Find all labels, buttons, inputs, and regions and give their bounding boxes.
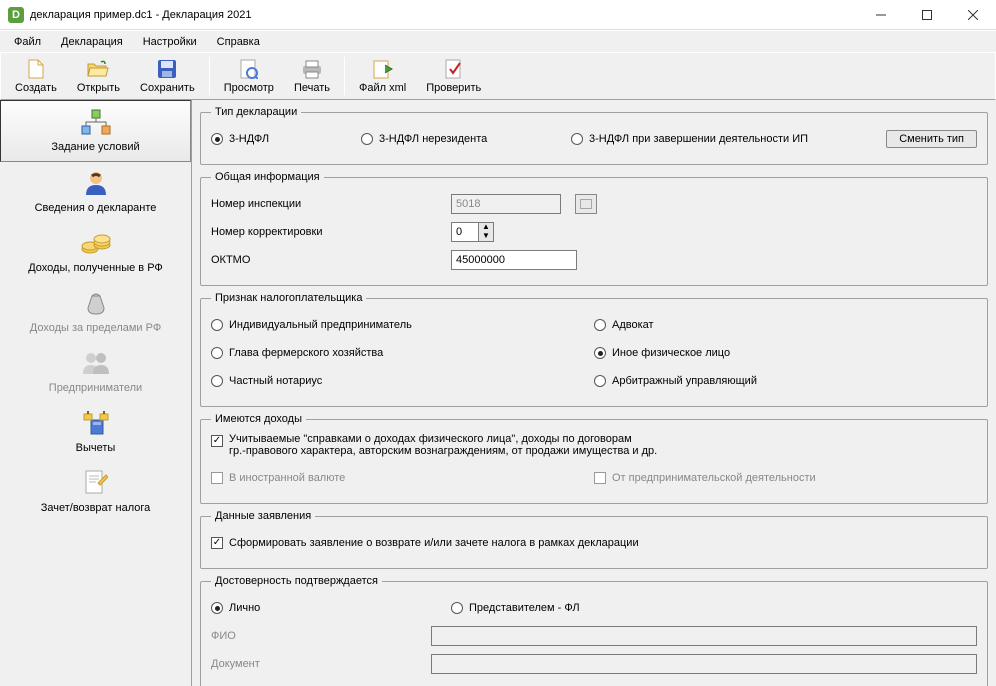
sidebar-item-label: Доходы, полученные в РФ xyxy=(28,262,163,274)
radio-representative[interactable]: Представителем - ФЛ xyxy=(451,602,977,614)
menu-help[interactable]: Справка xyxy=(209,34,268,50)
sidebar-item-label: Предприниматели xyxy=(49,382,142,394)
radio-other-person[interactable]: Иное физическое лицо xyxy=(594,347,730,359)
fio-label: ФИО xyxy=(211,630,431,642)
toolbar-create-label: Создать xyxy=(15,82,57,94)
menu-declaration[interactable]: Декларация xyxy=(53,34,131,50)
save-icon xyxy=(156,58,178,80)
correction-label: Номер корректировки xyxy=(211,226,451,238)
sidebar-item-deductions[interactable]: Вычеты xyxy=(0,402,191,462)
sidebar-item-refund[interactable]: Зачет/возврат налога xyxy=(0,462,191,522)
radio-farm[interactable]: Глава фермерского хозяйства xyxy=(211,347,383,359)
toolbar-xml[interactable]: Файл xml xyxy=(351,56,414,96)
money-bag-icon xyxy=(79,288,113,318)
toolbar-create[interactable]: Создать xyxy=(7,56,65,96)
radio-3ndfl[interactable]: 3-НДФЛ xyxy=(211,133,361,145)
xml-file-icon xyxy=(372,58,394,80)
sidebar-item-label: Вычеты xyxy=(76,442,116,454)
doc-label: Документ xyxy=(211,658,431,670)
taxpayer-legend: Признак налогоплательщика xyxy=(211,292,366,304)
person-icon xyxy=(79,168,113,198)
general-legend: Общая информация xyxy=(211,171,324,183)
maximize-button[interactable] xyxy=(904,0,950,30)
income-legend: Имеются доходы xyxy=(211,413,306,425)
oktmo-input[interactable] xyxy=(451,250,577,270)
check-foreign-currency: В иностранной валюте xyxy=(211,472,594,484)
toolbar-open[interactable]: Открыть xyxy=(69,56,128,96)
sidebar-item-label: Доходы за пределами РФ xyxy=(30,322,161,334)
people-icon xyxy=(79,348,113,378)
radio-advocate[interactable]: Адвокат xyxy=(594,319,654,331)
check-icon xyxy=(443,58,465,80)
sidebar-item-declarant[interactable]: Сведения о декларанте xyxy=(0,162,191,222)
inspection-input[interactable] xyxy=(451,194,561,214)
document-pencil-icon xyxy=(79,468,113,498)
fio-input xyxy=(431,626,977,646)
toolbar-save-label: Сохранить xyxy=(140,82,195,94)
sidebar-item-label: Сведения о декларанте xyxy=(35,202,157,214)
application-legend: Данные заявления xyxy=(211,510,315,522)
inspection-lookup-button[interactable] xyxy=(575,194,597,214)
toolbar-print[interactable]: Печать xyxy=(286,56,338,96)
inspection-label: Номер инспекции xyxy=(211,198,451,210)
toolbar-preview-label: Просмотр xyxy=(224,82,274,94)
app-icon: D xyxy=(8,7,24,23)
sidebar-item-entrepreneurs[interactable]: Предприниматели xyxy=(0,342,191,402)
sidebar-item-label: Задание условий xyxy=(51,141,139,153)
preview-icon xyxy=(238,58,260,80)
close-button[interactable] xyxy=(950,0,996,30)
check-form-application[interactable]: Сформировать заявление о возврате и/или … xyxy=(211,537,639,549)
radio-self[interactable]: Лично xyxy=(211,602,451,614)
toolbar-print-label: Печать xyxy=(294,82,330,94)
toolbar-save[interactable]: Сохранить xyxy=(132,56,203,96)
sidebar-item-label: Зачет/возврат налога xyxy=(41,502,151,514)
oktmo-label: ОКТМО xyxy=(211,254,451,266)
conditions-icon xyxy=(79,107,113,137)
correction-spinner[interactable]: ▲▼ xyxy=(479,222,494,242)
menu-file[interactable]: Файл xyxy=(6,34,49,50)
decl-type-legend: Тип декларации xyxy=(211,106,301,118)
print-icon xyxy=(301,58,323,80)
minimize-button[interactable] xyxy=(858,0,904,30)
doc-input xyxy=(431,654,977,674)
toolbar-check-label: Проверить xyxy=(426,82,481,94)
radio-3ndfl-nonres[interactable]: 3-НДФЛ нерезидента xyxy=(361,133,571,145)
window-title: декларация пример.dc1 - Декларация 2021 xyxy=(30,9,858,21)
toolbar-preview[interactable]: Просмотр xyxy=(216,56,282,96)
trust-legend: Достоверность подтверждается xyxy=(211,575,382,587)
folder-open-icon xyxy=(87,58,109,80)
menu-bar: Файл Декларация Настройки Справка xyxy=(0,30,996,52)
check-entrepreneur-activity: От предпринимательской деятельности xyxy=(594,472,977,484)
correction-input[interactable] xyxy=(451,222,479,242)
toolbar-open-label: Открыть xyxy=(77,82,120,94)
toolbar-xml-label: Файл xml xyxy=(359,82,406,94)
check-income-ref[interactable]: Учитываемые "справками о доходах физичес… xyxy=(211,433,657,457)
radio-arbitration[interactable]: Арбитражный управляющий xyxy=(594,375,757,387)
toolbar-check[interactable]: Проверить xyxy=(418,56,489,96)
deductions-icon xyxy=(79,408,113,438)
radio-ip[interactable]: Индивидуальный предприниматель xyxy=(211,319,412,331)
sidebar-item-income-rf[interactable]: Доходы, полученные в РФ xyxy=(0,222,191,282)
sidebar-item-income-foreign[interactable]: Доходы за пределами РФ xyxy=(0,282,191,342)
radio-notary[interactable]: Частный нотариус xyxy=(211,375,322,387)
new-file-icon xyxy=(25,58,47,80)
change-type-button[interactable]: Сменить тип xyxy=(886,130,977,148)
radio-3ndfl-ip[interactable]: 3-НДФЛ при завершении деятельности ИП xyxy=(571,133,886,145)
sidebar-item-conditions[interactable]: Задание условий xyxy=(0,100,191,162)
coins-icon xyxy=(79,228,113,258)
menu-settings[interactable]: Настройки xyxy=(135,34,205,50)
